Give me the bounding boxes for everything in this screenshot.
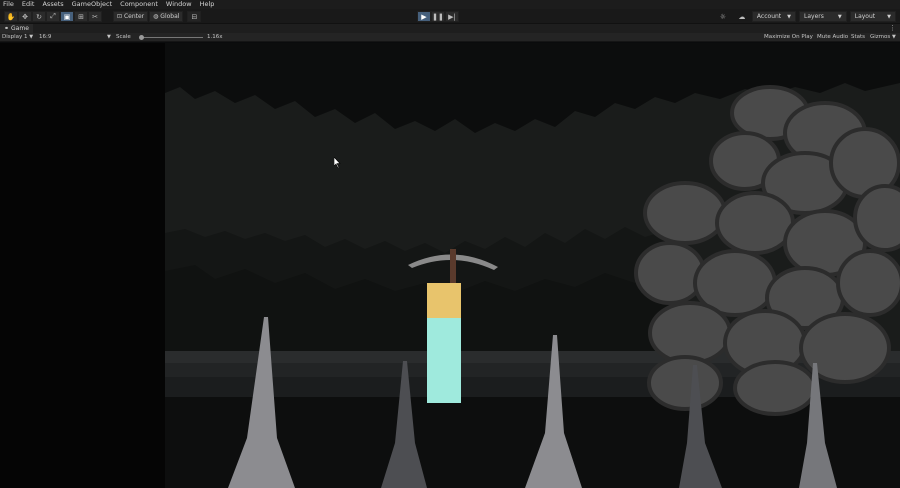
pivot-icon: ⊡ [117, 13, 124, 20]
menu-file[interactable]: File [3, 0, 14, 9]
scale-tool-icon[interactable]: ⤢ [46, 11, 60, 22]
chevron-down-icon: ▼ [107, 34, 111, 40]
gizmos-label: Gizmos [870, 34, 891, 40]
game-controls-bar: Display 1 ▼ 16:9 ▼ Scale 1.16x Maximize … [0, 33, 900, 42]
scale-value: 1.16x [207, 34, 223, 40]
pivot-center-label: Center [123, 13, 145, 20]
chevron-down-icon: ▼ [787, 13, 792, 20]
stats-toggle[interactable]: Stats [851, 33, 865, 42]
pivot-center-button[interactable]: ⊡ Center [113, 11, 149, 22]
chevron-down-icon: ▼ [887, 13, 891, 20]
menu-assets[interactable]: Assets [42, 0, 63, 9]
layers-dropdown[interactable]: Layers ▼ [799, 11, 847, 22]
chevron-down-icon: ▼ [837, 13, 842, 20]
move-tool-icon[interactable]: ✥ [18, 11, 32, 22]
right-toolbar: ☼ ☁ Account ▼ Layers ▼ Layout ▼ [715, 11, 896, 22]
player-head [427, 283, 461, 318]
hand-tool-icon[interactable]: ✋ [4, 11, 18, 22]
scale-slider-track[interactable] [141, 37, 203, 38]
tab-game-label: Game [11, 25, 29, 32]
mouse-cursor-icon [334, 157, 341, 168]
game-viewport[interactable] [0, 43, 900, 488]
account-dropdown[interactable]: Account ▼ [751, 11, 797, 22]
play-icon[interactable]: ▶ [417, 11, 431, 22]
scale-slider-thumb[interactable] [139, 35, 144, 40]
chevron-down-icon: ▼ [892, 34, 896, 40]
display-dropdown[interactable]: Display 1 ▼ [2, 33, 33, 42]
pause-icon[interactable]: ❚❚ [431, 11, 445, 22]
main-toolbar: ✋ ✥ ↻ ⤢ ▣ ⊞ ✂ ⊡ Center ◍ Global ⊟ ▶ ❚❚ ▶… [0, 9, 900, 24]
play-controls: ▶ ❚❚ ▶| [417, 11, 459, 22]
tab-game[interactable]: ⚭ Game [0, 24, 33, 33]
globe-icon: ◍ [153, 13, 161, 20]
step-icon[interactable]: ▶| [445, 11, 459, 22]
tab-bar: ⚭ Game ⋮ [0, 24, 900, 33]
display-label: Display 1 [2, 34, 28, 40]
pivot-global-label: Global [160, 13, 180, 20]
maximize-on-play-toggle[interactable]: Maximize On Play [764, 33, 813, 42]
gamepad-icon: ⚭ [4, 25, 10, 32]
transform-tools: ✋ ✥ ↻ ⤢ ▣ ⊞ ✂ [4, 11, 102, 22]
menu-gameobject[interactable]: GameObject [72, 0, 113, 9]
custom-tool-icon[interactable]: ✂ [88, 11, 102, 22]
menu-bar: File Edit Assets GameObject Component Wi… [0, 0, 900, 9]
chevron-down-icon: ▼ [29, 34, 34, 40]
menu-component[interactable]: Component [120, 0, 158, 9]
player-body [427, 318, 461, 403]
pivot-global-button[interactable]: ◍ Global [149, 11, 184, 22]
sun-icon[interactable]: ☼ [715, 11, 730, 22]
aspect-dropdown[interactable]: 16:9 [39, 33, 51, 42]
cloud-icon[interactable]: ☁ [734, 11, 749, 22]
menu-edit[interactable]: Edit [22, 0, 35, 9]
transform-tool-icon[interactable]: ⊞ [74, 11, 88, 22]
gizmos-dropdown[interactable]: Gizmos ▼ [870, 33, 896, 42]
layers-label: Layers [804, 13, 824, 20]
rect-tool-icon[interactable]: ▣ [60, 11, 74, 22]
account-label: Account [756, 13, 782, 20]
more-options-icon[interactable]: ⋮ [889, 24, 896, 33]
aspect-label: 16:9 [39, 34, 52, 40]
rotate-tool-icon[interactable]: ↻ [32, 11, 46, 22]
grid-snap-icon[interactable]: ⊟ [187, 11, 202, 22]
scale-label: Scale [116, 34, 131, 40]
menu-window[interactable]: Window [166, 0, 192, 9]
pivot-group: ⊡ Center ◍ Global ⊟ [113, 11, 202, 22]
menu-help[interactable]: Help [200, 0, 215, 9]
game-scene [165, 43, 900, 488]
mute-audio-toggle[interactable]: Mute Audio [817, 33, 848, 42]
layout-label: Layout [854, 13, 876, 20]
layout-dropdown[interactable]: Layout ▼ [849, 11, 896, 22]
